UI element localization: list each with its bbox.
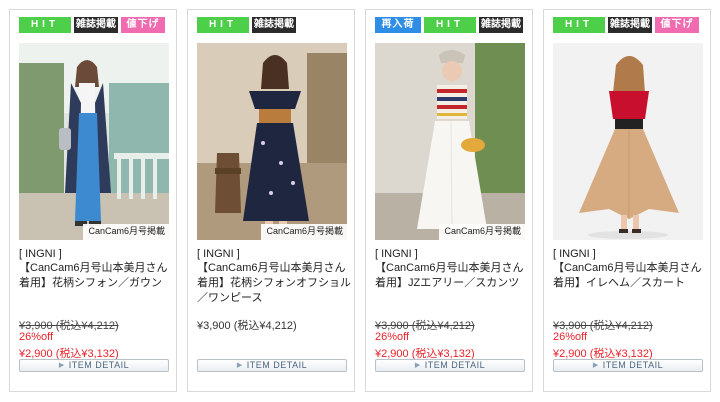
- item-detail-button[interactable]: ▶ ITEM DETAIL: [19, 359, 169, 372]
- hit-badge: HIT: [197, 17, 249, 33]
- badge-row: HIT 雑誌掲載 値下げ: [553, 17, 699, 33]
- magazine-badge: 雑誌掲載: [608, 17, 652, 33]
- price-down-badge: 値下げ: [121, 17, 165, 33]
- product-card[interactable]: HIT 雑誌掲載 CanCam6月号掲載 [INGNI] 【CanCam6月…: [187, 9, 355, 392]
- item-detail-button[interactable]: ▶ ITEM DETAIL: [553, 359, 703, 372]
- brand-label: [ INGNI ]: [19, 248, 62, 260]
- discount-rate: 26%off: [553, 331, 588, 343]
- magazine-credit: CanCam6月号掲載: [83, 224, 169, 240]
- magazine-badge: 雑誌掲載: [252, 17, 296, 33]
- discount-rate: 26%off: [375, 331, 410, 343]
- discount-rate: 26%off: [19, 331, 54, 343]
- hit-badge: HIT: [424, 17, 476, 33]
- play-triangle-icon: ▶: [58, 362, 65, 369]
- item-detail-button[interactable]: ▶ ITEM DETAIL: [197, 359, 347, 372]
- product-photo[interactable]: CanCam6月号掲載: [19, 43, 169, 240]
- product-name[interactable]: 【CanCam6月号山本美月さん着用】イレヘム／スカート: [553, 261, 707, 291]
- play-triangle-icon: ▶: [592, 362, 599, 369]
- badge-row: 再入荷 HIT 雑誌掲載: [375, 17, 523, 33]
- product-grid: HIT 雑誌掲載 値下げ CanCam6月号掲載 [INGNI] 【CanC…: [0, 0, 720, 402]
- brand-label: [ INGNI ]: [375, 248, 418, 260]
- badge-row: HIT 雑誌掲載: [197, 17, 296, 33]
- brand-label: [ INGNI ]: [197, 248, 240, 260]
- magazine-badge: 雑誌掲載: [479, 17, 523, 33]
- product-name[interactable]: 【CanCam6月号山本美月さん着用】花柄シフォンオフショル／ワンピース: [197, 261, 351, 306]
- play-triangle-icon: ▶: [236, 362, 243, 369]
- restock-badge: 再入荷: [375, 17, 421, 33]
- magazine-credit: CanCam6月号掲載: [439, 224, 525, 240]
- product-photo[interactable]: [553, 43, 703, 240]
- product-photo[interactable]: CanCam6月号掲載: [197, 43, 347, 240]
- play-triangle-icon: ▶: [414, 362, 421, 369]
- product-card[interactable]: HIT 雑誌掲載 値下げ [ INGNI ] 【CanCam6月号山本美月さん着…: [543, 9, 711, 392]
- magazine-credit: CanCam6月号掲載: [261, 224, 347, 240]
- price: ¥3,900 (税込¥4,212): [197, 320, 297, 332]
- product-card[interactable]: HIT 雑誌掲載 値下げ CanCam6月号掲載 [INGNI] 【CanC…: [9, 9, 177, 392]
- price-down-badge: 値下げ: [655, 17, 699, 33]
- product-name[interactable]: 【CanCam6月号山本美月さん着用】花柄シフォン／ガウン: [19, 261, 173, 291]
- product-name[interactable]: 【CanCam6月号山本美月さん着用】JZエアリー／スカンツ: [375, 261, 529, 291]
- brand-label: [ INGNI ]: [553, 248, 596, 260]
- hit-badge: HIT: [553, 17, 605, 33]
- badge-row: HIT 雑誌掲載 値下げ: [19, 17, 165, 33]
- hit-badge: HIT: [19, 17, 71, 33]
- item-detail-button[interactable]: ▶ ITEM DETAIL: [375, 359, 525, 372]
- product-photo[interactable]: CanCam6月号掲載: [375, 43, 525, 240]
- product-card[interactable]: 再入荷 HIT 雑誌掲載 CanCam6月号掲載 [INGNI] 【CanC…: [365, 9, 533, 392]
- magazine-badge: 雑誌掲載: [74, 17, 118, 33]
